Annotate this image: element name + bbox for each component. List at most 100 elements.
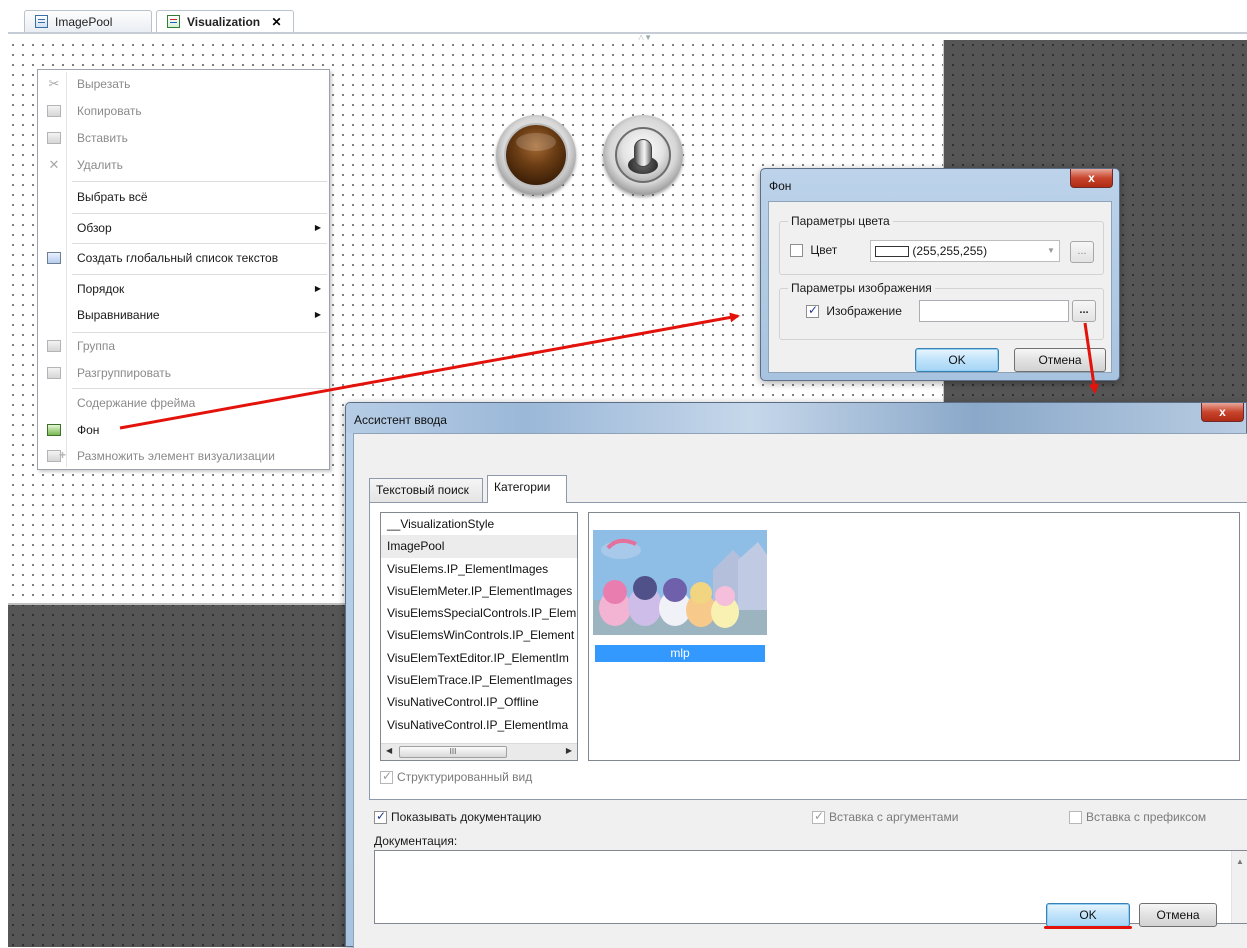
- group-icon: [46, 338, 62, 354]
- close-dialog-button[interactable]: x: [1070, 169, 1113, 188]
- cancel-button[interactable]: Отмена: [1139, 903, 1217, 927]
- color-select[interactable]: (255,255,255) ▼: [870, 240, 1060, 262]
- menu-item-ungroup[interactable]: Разгруппировать: [38, 360, 329, 386]
- menu-item-alignment[interactable]: Выравнивание ▶: [38, 302, 329, 328]
- menu-item-frame-content[interactable]: Содержание фрейма: [38, 390, 329, 416]
- menu-item-label: Удалить: [77, 158, 123, 172]
- horizontal-scrollbar[interactable]: ◀ III ▶: [381, 743, 577, 760]
- editor-tab-bar: ImagePool Visualization ✕: [0, 0, 1247, 34]
- menu-separator: [72, 243, 327, 244]
- ungroup-icon: [46, 365, 62, 381]
- tab-text-search[interactable]: Текстовый поиск: [369, 478, 483, 502]
- image-thumbnail[interactable]: [593, 530, 767, 635]
- tab-categories[interactable]: Категории: [487, 475, 567, 503]
- list-item[interactable]: VisuElemMeter.IP_ElementImages: [381, 580, 577, 602]
- color-checkbox[interactable]: Цвет: [790, 243, 838, 258]
- group-title: Параметры цвета: [788, 214, 893, 228]
- submenu-arrow-icon: ▶: [314, 310, 321, 319]
- ok-button[interactable]: OK: [915, 348, 999, 372]
- menu-separator: [72, 388, 327, 389]
- menu-item-label: Группа: [77, 339, 116, 353]
- structured-view-checkbox-box[interactable]: [380, 769, 393, 785]
- menu-item-browse[interactable]: Обзор ▶: [38, 215, 329, 241]
- show-docs-checkbox[interactable]: Показывать документацию: [374, 809, 541, 825]
- menu-item-group[interactable]: Группа: [38, 333, 329, 359]
- menu-item-select-all[interactable]: Выбрать всё: [38, 184, 329, 210]
- list-item[interactable]: VisuElemsSpecialControls.IP_Elem: [381, 602, 577, 624]
- insert-args-checkbox[interactable]: Вставка с аргументами: [812, 809, 958, 825]
- insert-prefix-label: Вставка с префиксом: [1086, 810, 1207, 824]
- close-dialog-button[interactable]: x: [1201, 403, 1244, 422]
- menu-item-create-global-text-list[interactable]: Создать глобальный список текстов: [38, 245, 329, 271]
- show-docs-checkbox-box[interactable]: [374, 809, 387, 825]
- list-item[interactable]: VisuNativeControl.IP_ElementIma: [381, 714, 577, 736]
- menu-item-cut[interactable]: ✂ Вырезать: [38, 71, 329, 97]
- menu-item-copy[interactable]: Копировать: [38, 98, 329, 124]
- menu-item-label: Фон: [77, 423, 100, 437]
- cancel-button[interactable]: Отмена: [1014, 348, 1106, 372]
- menu-item-label: Вырезать: [77, 77, 131, 91]
- image-checkbox[interactable]: Изображение: [806, 303, 902, 319]
- color-checkbox-label: Цвет: [810, 243, 838, 257]
- toggle-switch-icon: [615, 127, 671, 183]
- image-checkbox-box[interactable]: [806, 303, 819, 319]
- tab-visualization[interactable]: Visualization ✕: [156, 10, 294, 33]
- ponies-picture-icon: [593, 530, 767, 635]
- list-item[interactable]: VisuElemsWinControls.IP_Element: [381, 624, 577, 646]
- menu-item-paste[interactable]: Вставить: [38, 125, 329, 151]
- list-item[interactable]: __VisualizationStyle: [381, 513, 577, 535]
- image-input[interactable]: [919, 300, 1069, 322]
- menu-item-delete[interactable]: ✕ Удалить: [38, 152, 329, 178]
- list-item[interactable]: VisuElemTextEditor.IP_ElementIm: [381, 647, 577, 669]
- dialog-title: Ассистент ввода: [354, 413, 447, 427]
- menu-separator: [72, 274, 327, 275]
- list-item[interactable]: VisuNativeControl.IP_Offline: [381, 691, 577, 713]
- insert-prefix-checkbox[interactable]: Вставка с префиксом: [1069, 810, 1207, 825]
- image-list-panel[interactable]: mlp: [588, 512, 1240, 761]
- dialog-title: Фон: [769, 179, 792, 193]
- image-browse-button[interactable]: ...: [1072, 300, 1096, 322]
- context-menu: ✂ Вырезать Копировать Вставить ✕ Удалить…: [37, 69, 330, 470]
- category-list[interactable]: __VisualizationStyle ImagePool VisuElems…: [380, 512, 578, 761]
- copy-icon: [46, 103, 62, 119]
- paste-icon: [46, 130, 62, 146]
- input-assistant-dialog: Ассистент ввода x Текстовый поиск Катего…: [345, 402, 1247, 948]
- image-item-label[interactable]: mlp: [595, 645, 765, 662]
- switch-element[interactable]: [603, 115, 683, 195]
- structured-view-checkbox[interactable]: Структурированный вид: [380, 769, 533, 785]
- background-dialog: Фон x Параметры цвета Цвет (255,255,255)…: [760, 168, 1120, 381]
- background-icon: [46, 422, 62, 438]
- lamp-element[interactable]: [496, 115, 576, 195]
- close-tab-icon[interactable]: ✕: [271, 11, 281, 33]
- color-params-group: Параметры цвета Цвет (255,255,255) ▼ ...: [779, 214, 1104, 275]
- multiply-element-icon: [46, 442, 66, 468]
- color-swatch: [875, 246, 909, 258]
- scroll-thumb[interactable]: III: [399, 746, 507, 758]
- vertical-scrollbar[interactable]: ▲: [1231, 851, 1247, 923]
- scroll-left-icon[interactable]: ◀: [386, 746, 392, 755]
- tab-imagepool[interactable]: ImagePool: [24, 10, 152, 33]
- insert-args-checkbox-box[interactable]: [812, 809, 825, 825]
- text-list-icon: [46, 250, 62, 266]
- menu-item-background[interactable]: Фон: [38, 417, 329, 443]
- color-checkbox-box[interactable]: [790, 244, 803, 258]
- tab-imagepool-label: ImagePool: [55, 15, 113, 29]
- structured-view-label: Структурированный вид: [397, 770, 533, 784]
- chevron-down-icon[interactable]: ▼: [1043, 241, 1059, 261]
- delete-icon: ✕: [48, 157, 60, 172]
- menu-separator: [72, 213, 327, 214]
- scroll-right-icon[interactable]: ▶: [566, 746, 572, 755]
- menu-item-label: Содержание фрейма: [77, 396, 196, 410]
- menu-item-label: Разгруппировать: [77, 366, 172, 380]
- insert-prefix-checkbox-box[interactable]: [1069, 811, 1082, 825]
- image-checkbox-label: Изображение: [826, 304, 902, 318]
- list-item-selected[interactable]: ImagePool: [381, 535, 577, 558]
- color-browse-button[interactable]: ...: [1070, 241, 1094, 263]
- menu-item-multiply-element[interactable]: Размножить элемент визуализации: [38, 442, 329, 469]
- menu-item-order[interactable]: Порядок ▶: [38, 276, 329, 302]
- list-item[interactable]: VisuElems.IP_ElementImages: [381, 558, 577, 580]
- color-value: (255,255,255): [912, 244, 988, 258]
- group-title: Параметры изображения: [788, 281, 935, 295]
- ok-button[interactable]: OK: [1046, 903, 1130, 927]
- list-item[interactable]: VisuElemTrace.IP_ElementImages: [381, 669, 577, 691]
